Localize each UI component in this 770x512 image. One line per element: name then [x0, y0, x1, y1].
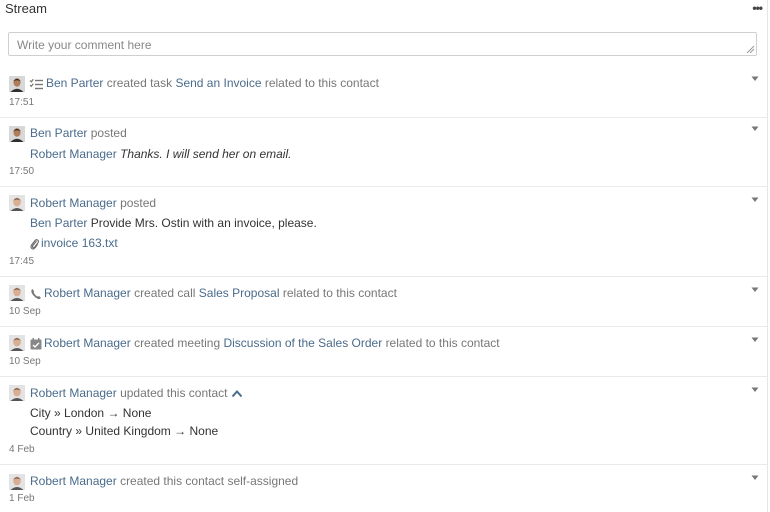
timestamp: 17:45 — [9, 256, 35, 267]
timestamp: 4 Feb — [9, 444, 35, 455]
message-text: Provide Mrs. Ostin with an invoice, plea… — [90, 216, 317, 230]
chevron-down-icon[interactable] — [751, 387, 759, 393]
action-text: created call — [134, 286, 196, 300]
item-headline: Robert Manager created call Sales Propos… — [30, 285, 397, 301]
stream-item: Robert Manager created call Sales Propos… — [0, 277, 768, 327]
old-value: London — [64, 406, 105, 420]
user-link[interactable]: Robert Manager — [44, 336, 131, 350]
user-link[interactable]: Ben Parter — [46, 76, 103, 90]
chevron-up-icon[interactable] — [231, 389, 243, 398]
change-row: City » London → None — [30, 405, 151, 421]
chevron-down-icon[interactable] — [751, 76, 759, 82]
item-headline: Ben Parter created task Send an Invoice … — [29, 75, 379, 91]
attachment-link[interactable]: invoice 163.txt — [41, 236, 118, 250]
paperclip-icon — [30, 239, 39, 250]
panel-title: Stream — [5, 1, 47, 16]
timestamp: 10 Sep — [9, 356, 41, 367]
chevron-down-icon[interactable] — [751, 197, 759, 203]
timestamp: 17:51 — [9, 97, 35, 108]
related-text: related to this contact — [264, 76, 379, 90]
related-text: related to this contact — [282, 286, 397, 300]
stream-item: Ben Parter created task Send an Invoice … — [0, 69, 768, 118]
action-text: updated this contact — [120, 386, 228, 400]
stream-item: Robert Manager updated this contact City… — [0, 377, 768, 465]
chevron-down-icon[interactable] — [751, 287, 759, 293]
post-message: Ben Parter Provide Mrs. Ostin with an in… — [30, 215, 317, 231]
new-value: None — [189, 424, 219, 438]
separator: » — [75, 424, 83, 438]
stream-item: Ben Parter posted Robert Manager Thanks.… — [0, 118, 768, 187]
field-name: City — [30, 406, 51, 420]
avatar[interactable] — [9, 474, 25, 490]
avatar[interactable] — [9, 76, 25, 92]
action-text: posted — [120, 196, 157, 210]
more-options-icon[interactable]: ••• — [752, 1, 763, 15]
user-link[interactable]: Robert Manager — [30, 196, 117, 210]
calendar-check-icon — [30, 338, 42, 350]
action-text: created meeting — [134, 336, 221, 350]
avatar[interactable] — [9, 285, 25, 301]
stream-item: Robert Manager created meeting Discussio… — [0, 327, 768, 377]
chevron-down-icon[interactable] — [751, 475, 759, 481]
attachment: invoice 163.txt — [30, 235, 118, 251]
avatar[interactable] — [9, 126, 25, 142]
comment-input[interactable] — [8, 32, 757, 56]
timestamp: 1 Feb — [9, 493, 35, 504]
call-link[interactable]: Sales Proposal — [199, 286, 280, 300]
item-headline: Robert Manager created this contact self… — [30, 473, 298, 489]
task-link[interactable]: Send an Invoice — [175, 76, 261, 90]
message-text: Thanks. I will send her on email. — [120, 147, 292, 161]
timestamp: 17:50 — [9, 166, 35, 177]
item-headline: Robert Manager updated this contact — [30, 385, 245, 401]
new-value: None — [122, 406, 152, 420]
meeting-link[interactable]: Discussion of the Sales Order — [223, 336, 382, 350]
chevron-down-icon[interactable] — [751, 126, 759, 132]
user-link[interactable]: Ben Parter — [30, 126, 87, 140]
item-headline: Robert Manager created meeting Discussio… — [30, 335, 500, 351]
mention-link[interactable]: Ben Parter — [30, 216, 87, 230]
field-name: Country — [30, 424, 73, 438]
avatar[interactable] — [9, 385, 25, 401]
stream-item: Robert Manager posted Ben Parter Provide… — [0, 187, 768, 277]
stream-panel: Stream ••• Ben Parter created task Send … — [0, 0, 768, 512]
timestamp: 10 Sep — [9, 306, 41, 317]
phone-icon — [31, 289, 41, 300]
user-link[interactable]: Robert Manager — [30, 386, 117, 400]
post-message: Robert Manager Thanks. I will send her o… — [30, 146, 291, 162]
user-link[interactable]: Robert Manager — [30, 474, 117, 488]
avatar[interactable] — [9, 335, 25, 351]
action-text: posted — [90, 126, 127, 140]
old-value: United Kingdom — [85, 424, 171, 438]
task-icon — [29, 78, 43, 90]
item-headline: Robert Manager posted — [30, 195, 156, 211]
stream-header: Stream ••• — [0, 0, 768, 24]
arrow: → — [107, 406, 120, 420]
mention-link[interactable]: Robert Manager — [30, 147, 117, 161]
action-text: created this contact self-assigned — [120, 474, 299, 488]
item-headline: Ben Parter posted — [30, 125, 127, 141]
action-text: created task — [106, 76, 173, 90]
chevron-down-icon[interactable] — [751, 337, 759, 343]
stream-item: Robert Manager created this contact self… — [0, 465, 768, 512]
arrow: → — [174, 424, 187, 438]
user-link[interactable]: Robert Manager — [44, 286, 131, 300]
separator: » — [54, 406, 61, 420]
avatar[interactable] — [9, 195, 25, 211]
related-text: related to this contact — [385, 336, 500, 350]
change-row: Country » United Kingdom → None — [30, 423, 218, 439]
